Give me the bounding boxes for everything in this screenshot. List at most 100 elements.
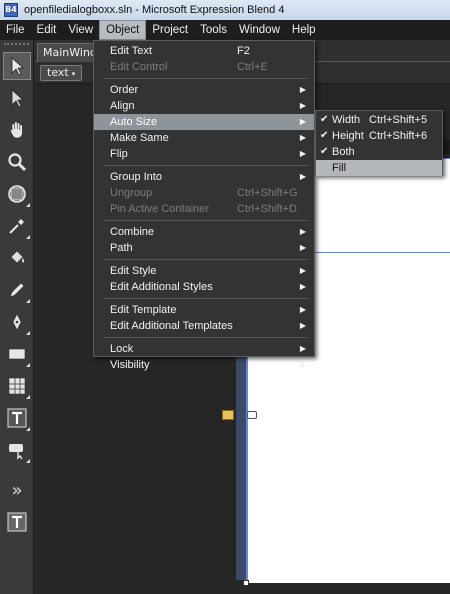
magnifier-icon: [8, 153, 27, 172]
submenu-arrow-icon: ▶: [299, 172, 306, 181]
menuitem-edit-template[interactable]: Edit Template ▶: [94, 302, 314, 318]
more-corner-indicator: [26, 363, 30, 367]
menu-separator: [104, 337, 308, 338]
menuitem-shortcut: F2: [237, 45, 250, 57]
menuitem-flip[interactable]: Flip ▶: [94, 146, 314, 162]
menuitem-edit-additional-templates[interactable]: Edit Additional Templates ▶: [94, 318, 314, 334]
menuitem-label: Edit Style: [110, 265, 157, 277]
menuitem-shortcut: Ctrl+E: [237, 61, 268, 73]
orbit-icon: [8, 185, 26, 203]
selection-arrow-icon: [11, 57, 25, 76]
menuitem-shortcut: Ctrl+Shift+5: [369, 114, 428, 126]
blend-app-icon[interactable]: B4: [4, 3, 18, 17]
pencil-tool[interactable]: [3, 276, 31, 304]
menu-window[interactable]: Window: [233, 20, 286, 40]
double-chevron-icon: »: [11, 479, 23, 501]
submenu-arrow-icon: ▶: [299, 344, 306, 353]
rectangle-icon: [8, 348, 26, 360]
submenu-arrow-icon: ▶: [299, 101, 306, 110]
menuitem-label: Edit Additional Templates: [110, 320, 233, 332]
margin-adorner-handle[interactable]: [247, 411, 257, 419]
submenu-item-height[interactable]: ✔ Height Ctrl+Shift+6: [316, 128, 442, 144]
menuitem-edit-additional-styles[interactable]: Edit Additional Styles ▶: [94, 279, 314, 295]
submenu-arrow-icon: ▶: [299, 117, 306, 126]
more-corner-indicator: [26, 427, 30, 431]
toolbar-grip[interactable]: [4, 43, 29, 49]
resize-handle[interactable]: [243, 580, 249, 586]
menu-help[interactable]: Help: [286, 20, 322, 40]
menu-project[interactable]: Project: [146, 20, 194, 40]
submenu-item-both[interactable]: ✔ Both: [316, 144, 442, 160]
submenu-item-width[interactable]: ✔ Width Ctrl+Shift+5: [316, 112, 442, 128]
menuitem-label: Edit Template: [110, 304, 177, 316]
more-corner-indicator: [26, 395, 30, 399]
menuitem-align[interactable]: Align ▶: [94, 98, 314, 114]
menuitem-label: Edit Additional Styles: [110, 281, 213, 293]
menuitem-label: Path: [110, 242, 133, 254]
paint-bucket-tool[interactable]: [3, 244, 31, 272]
menuitem-lock[interactable]: Lock ▶: [94, 341, 314, 357]
submenu-arrow-icon: ▶: [299, 85, 306, 94]
textblock-tool[interactable]: [3, 404, 31, 432]
grid-tool[interactable]: [3, 372, 31, 400]
checkmark-icon: ✔: [320, 130, 329, 141]
lock-icon[interactable]: [222, 410, 234, 420]
menu-edit[interactable]: Edit: [31, 20, 63, 40]
menu-separator: [104, 259, 308, 260]
menuitem-combine[interactable]: Combine ▶: [94, 224, 314, 240]
rectangle-tool[interactable]: [3, 340, 31, 368]
more-corner-indicator: [26, 299, 30, 303]
text-t-icon: [7, 408, 27, 428]
menuitem-label: Width: [332, 114, 361, 126]
menuitem-label: Ungroup: [110, 187, 153, 199]
text-t-icon: [7, 512, 27, 532]
menuitem-label: Make Same: [110, 132, 169, 144]
button-control-icon: [9, 444, 23, 460]
menuitem-group-into[interactable]: Group Into ▶: [94, 169, 314, 185]
tools-panel: »: [0, 40, 34, 594]
menu-file[interactable]: File: [0, 20, 31, 40]
direct-selection-tool[interactable]: [3, 84, 31, 112]
menu-object[interactable]: Object: [99, 20, 147, 40]
submenu-arrow-icon: ▶: [299, 266, 306, 275]
menuitem-edit-style[interactable]: Edit Style ▶: [94, 263, 314, 279]
hand-icon: [9, 121, 23, 139]
camera-orbit-tool[interactable]: [3, 180, 31, 208]
breadcrumb-text-element[interactable]: text ▾: [40, 65, 83, 81]
menuitem-label: Group Into: [110, 171, 162, 183]
pen-nib-icon: [12, 313, 22, 331]
menuitem-make-same[interactable]: Make Same ▶: [94, 130, 314, 146]
more-tools-button[interactable]: »: [3, 476, 31, 504]
menu-separator: [104, 78, 308, 79]
menu-tools[interactable]: Tools: [194, 20, 233, 40]
checkmark-icon: ✔: [320, 114, 329, 125]
submenu-item-fill[interactable]: Fill: [316, 160, 442, 176]
menuitem-order[interactable]: Order ▶: [94, 82, 314, 98]
title-bar: B4 openfiledialogboxx.sln - Microsoft Ex…: [0, 0, 450, 20]
eyedropper-tool[interactable]: [3, 212, 31, 240]
menu-separator: [104, 165, 308, 166]
more-corner-indicator: [26, 459, 30, 463]
menu-separator: [104, 220, 308, 221]
zoom-tool[interactable]: [3, 148, 31, 176]
assets-tool[interactable]: [3, 436, 31, 464]
menuitem-label: Both: [332, 146, 355, 158]
tab-mainwindow[interactable]: MainWindow: [37, 43, 97, 62]
menuitem-shortcut: Ctrl+Shift+D: [237, 203, 297, 215]
menuitem-pin-active-container: Pin Active Container Ctrl+Shift+D: [94, 201, 314, 217]
object-menu-dropdown: Edit Text F2 Edit Control Ctrl+E Order ▶ Al…: [93, 40, 315, 371]
pan-tool[interactable]: [3, 116, 31, 144]
menuitem-label: Auto Size: [110, 116, 158, 128]
menuitem-auto-size[interactable]: Auto Size ▶: [94, 114, 314, 130]
menuitem-visibility[interactable]: Visibility ▶: [94, 357, 314, 373]
active-text-tool[interactable]: [3, 508, 31, 536]
menuitem-path[interactable]: Path ▶: [94, 240, 314, 256]
menuitem-label: Align: [110, 100, 135, 112]
direct-selection-arrow-icon: [11, 89, 25, 108]
pen-tool[interactable]: [3, 308, 31, 336]
selection-tool[interactable]: [3, 52, 31, 80]
menuitem-edit-text[interactable]: Edit Text F2: [94, 43, 314, 59]
more-corner-indicator: [26, 203, 30, 207]
menu-view[interactable]: View: [62, 20, 99, 40]
menuitem-label: Edit Control: [110, 61, 168, 73]
